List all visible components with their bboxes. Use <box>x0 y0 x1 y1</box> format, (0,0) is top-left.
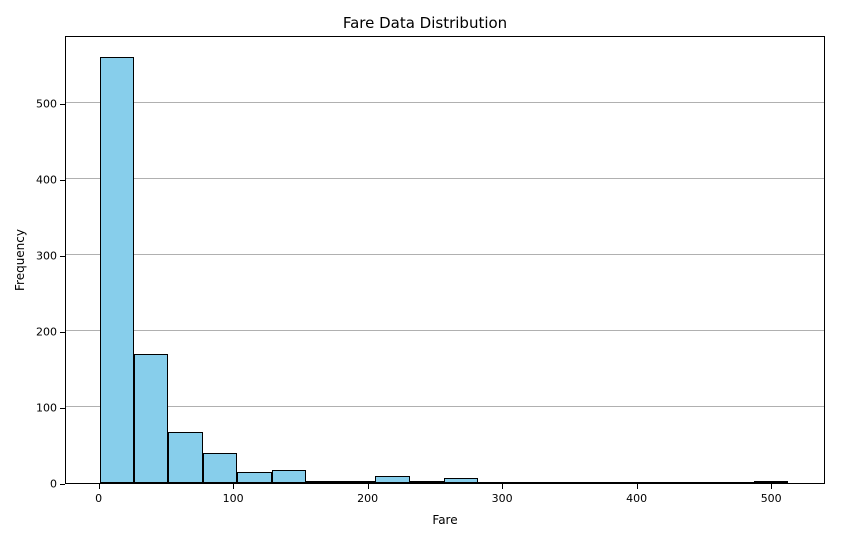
histogram-bar <box>100 57 134 483</box>
x-tick-label: 400 <box>626 492 647 505</box>
x-tick-label: 0 <box>95 492 102 505</box>
histogram-bar <box>719 482 753 483</box>
x-tick-mark <box>233 484 234 489</box>
y-tick-mark <box>60 180 65 181</box>
x-tick-mark <box>502 484 503 489</box>
y-tick-label: 200 <box>36 326 57 339</box>
histogram-bar <box>341 481 375 483</box>
x-tick-mark <box>771 484 772 489</box>
histogram-bar <box>237 472 271 483</box>
x-tick-label: 500 <box>761 492 782 505</box>
x-tick-mark <box>368 484 369 489</box>
y-axis-label: Frequency <box>13 229 27 291</box>
gridline <box>66 406 824 407</box>
y-tick-mark <box>60 484 65 485</box>
histogram-bar <box>134 354 168 483</box>
x-tick-label: 200 <box>357 492 378 505</box>
histogram-bar <box>168 432 202 483</box>
histogram-bar <box>444 478 478 483</box>
histogram-bar <box>203 453 237 483</box>
plot-area <box>65 36 825 484</box>
histogram-bar <box>547 482 581 483</box>
y-tick-label: 400 <box>36 174 57 187</box>
x-tick-label: 300 <box>492 492 513 505</box>
gridline <box>66 254 824 255</box>
chart-container: Fare Data Distribution Fare Frequency 0 1… <box>0 0 850 547</box>
histogram-bar <box>616 482 650 483</box>
gridline <box>66 102 824 103</box>
y-tick-label: 100 <box>36 402 57 415</box>
y-tick-mark <box>60 332 65 333</box>
y-tick-label: 0 <box>50 478 57 491</box>
histogram-bar <box>375 476 409 483</box>
histogram-bar <box>685 482 719 483</box>
gridline <box>66 330 824 331</box>
y-tick-label: 300 <box>36 250 57 263</box>
histogram-bar <box>306 481 340 483</box>
histogram-bar <box>651 482 685 483</box>
gridline <box>66 178 824 179</box>
histogram-bar <box>754 481 788 483</box>
x-axis-label: Fare <box>432 513 457 527</box>
histogram-bar <box>582 482 616 483</box>
x-tick-mark <box>99 484 100 489</box>
y-tick-mark <box>60 104 65 105</box>
chart-title: Fare Data Distribution <box>0 14 850 32</box>
y-tick-mark <box>60 408 65 409</box>
x-tick-mark <box>637 484 638 489</box>
y-tick-label: 500 <box>36 98 57 111</box>
histogram-bar <box>478 482 512 483</box>
histogram-bar <box>410 481 444 483</box>
histogram-bar <box>272 470 306 483</box>
x-tick-label: 100 <box>223 492 244 505</box>
y-tick-mark <box>60 256 65 257</box>
histogram-bar <box>513 482 547 483</box>
